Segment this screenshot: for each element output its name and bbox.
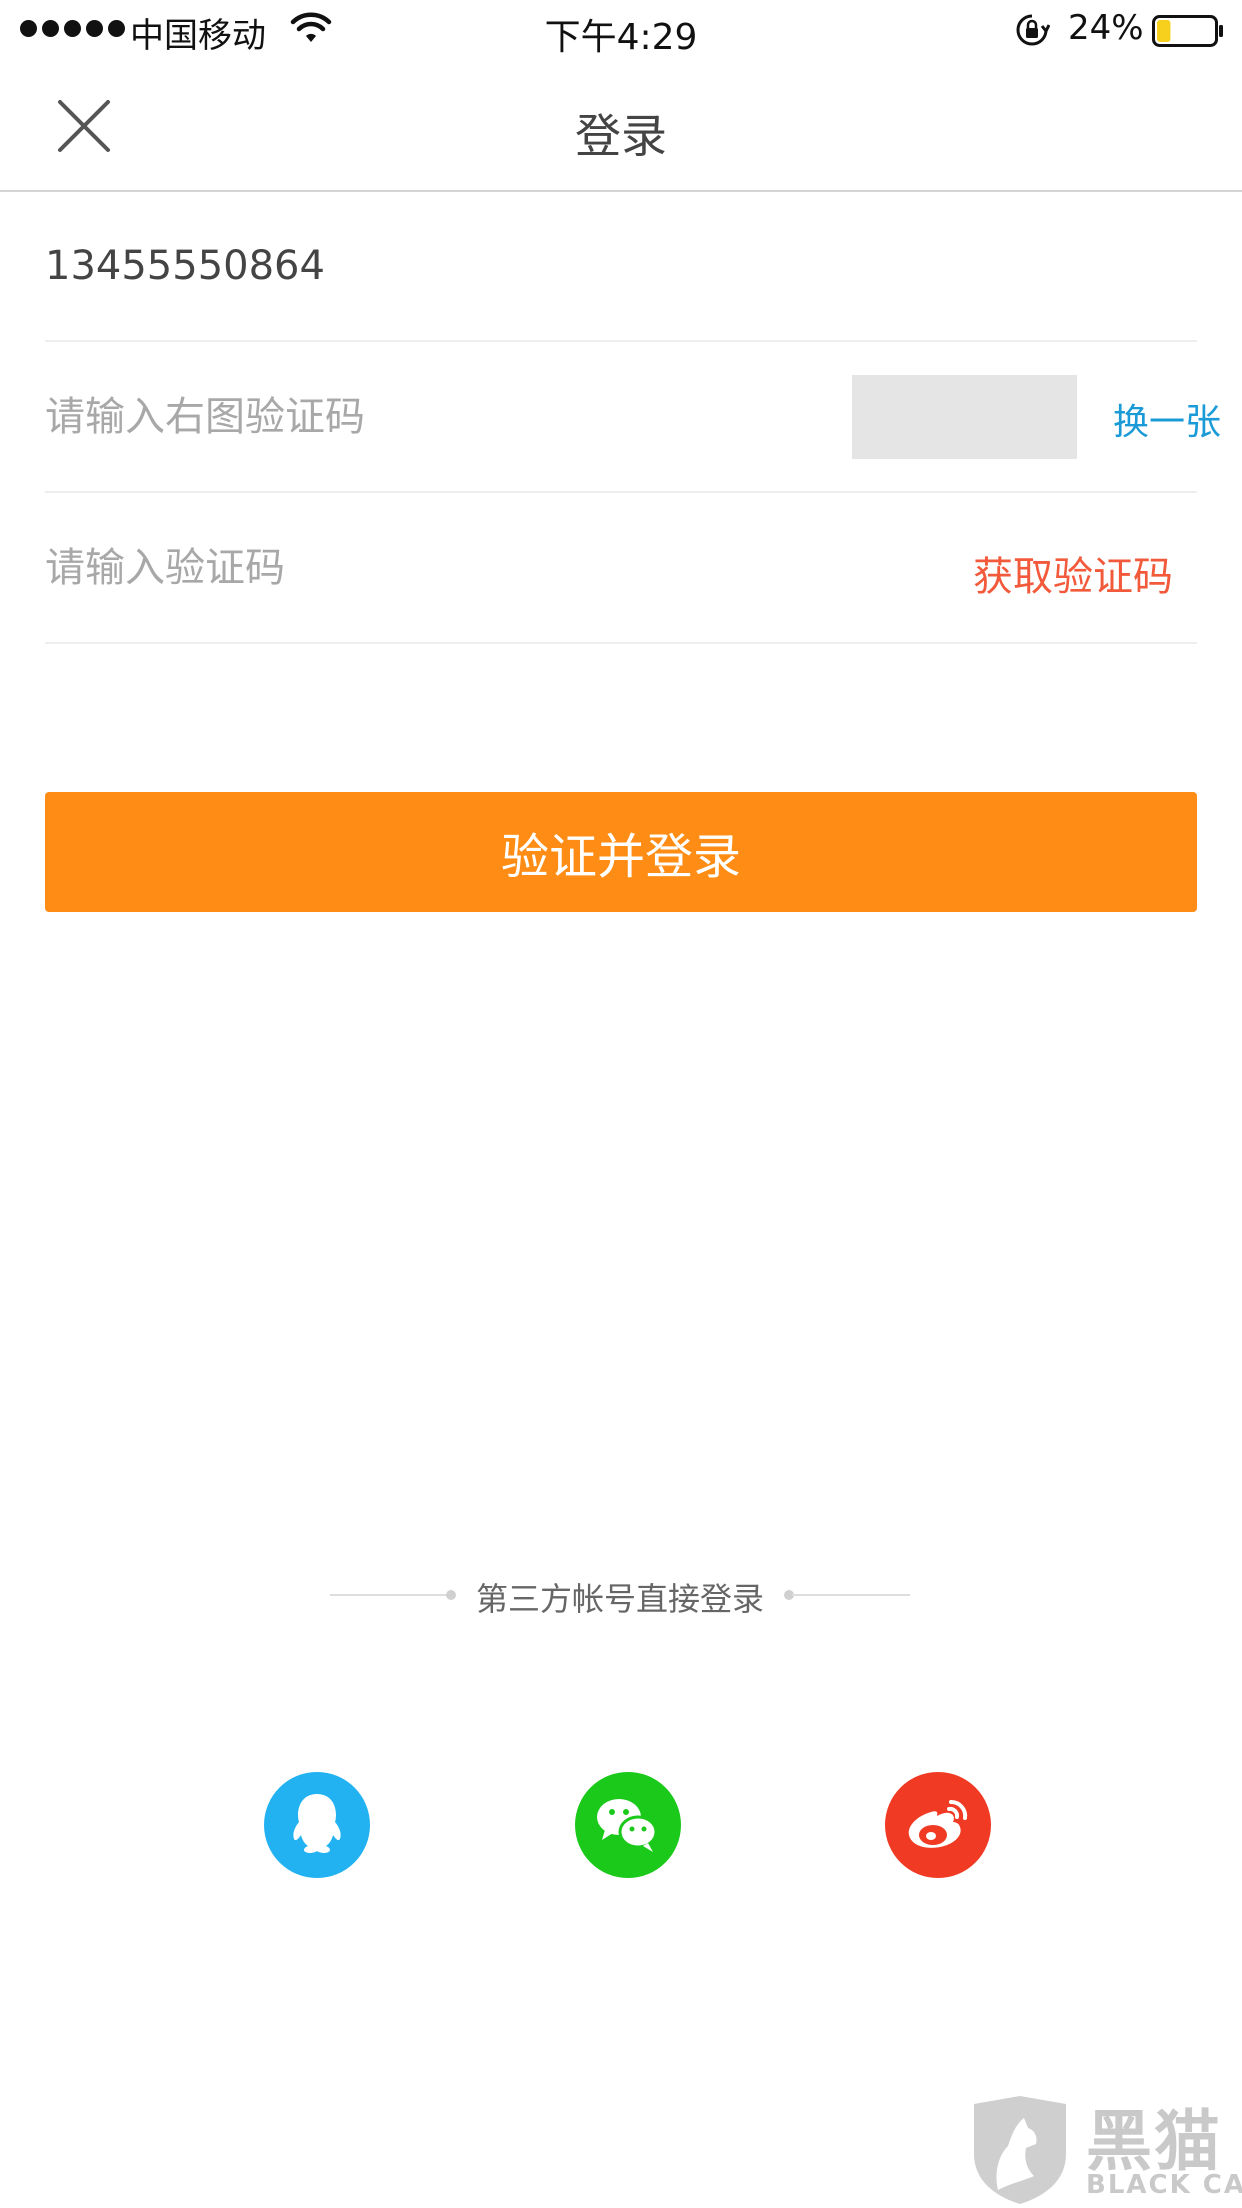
status-bar: 中国移动 下午4:29 24% xyxy=(0,0,1242,62)
status-time: 下午4:29 xyxy=(544,17,698,58)
get-code-button[interactable]: 获取验证码 xyxy=(973,544,1173,602)
refresh-captcha-link[interactable]: 换一张 xyxy=(1113,393,1221,445)
captcha-image[interactable] xyxy=(852,375,1077,459)
wechat-login-button[interactable] xyxy=(575,1772,681,1878)
black-cat-watermark: 黑猫 BLACK CAT xyxy=(968,2088,1242,2206)
verify-login-button[interactable]: 验证并登录 xyxy=(45,792,1197,912)
cat-shield-logo-icon xyxy=(974,2096,1066,2204)
battery-icon xyxy=(1152,15,1223,47)
divider-line-right xyxy=(792,1594,910,1596)
captcha-row: 换一张 xyxy=(45,343,1221,493)
captcha-input[interactable] xyxy=(45,343,835,491)
battery-percent: 24% xyxy=(1068,8,1144,48)
third-party-divider: 第三方帐号直接登录 xyxy=(330,1568,910,1620)
qq-icon xyxy=(293,1794,341,1853)
sms-code-input[interactable] xyxy=(45,494,925,642)
nav-bar: 登录 xyxy=(0,62,1242,192)
phone-row xyxy=(45,192,1197,342)
weibo-icon xyxy=(908,1799,968,1848)
wechat-icon xyxy=(597,1799,658,1852)
weibo-login-button[interactable] xyxy=(885,1772,991,1878)
third-party-login-label: 第三方帐号直接登录 xyxy=(475,1580,764,1618)
page-title: 登录 xyxy=(575,109,667,163)
rotation-lock-icon xyxy=(1016,14,1050,46)
qq-login-button[interactable] xyxy=(264,1772,370,1878)
watermark-en-text: BLACK CAT xyxy=(1086,2170,1242,2200)
sms-code-row: 获取验证码 xyxy=(45,494,1197,644)
phone-number-input[interactable] xyxy=(45,192,1145,340)
